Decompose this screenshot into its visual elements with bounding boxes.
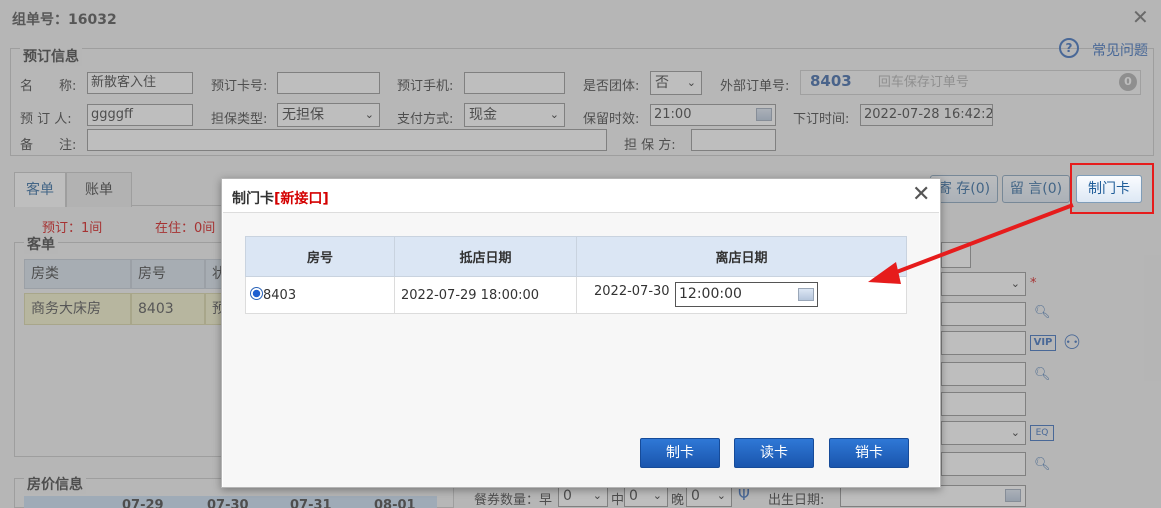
annotation-arrow — [868, 203, 1074, 284]
arrow-head — [868, 262, 901, 284]
arrow-shaft — [885, 203, 1074, 278]
